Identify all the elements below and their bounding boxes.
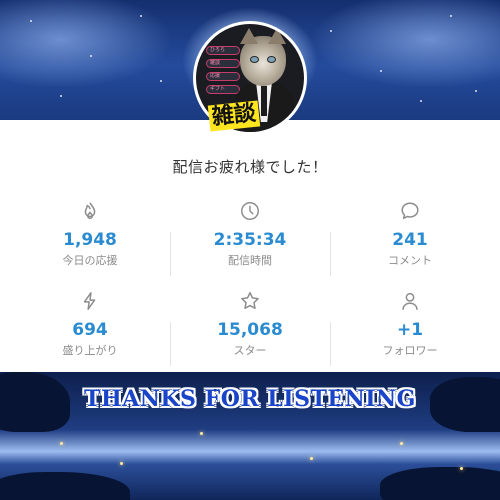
stat-excitement: 694 盛り上がり [10,290,170,358]
stat-followers: +1 フォロワー [330,290,490,358]
thanks-banner: THANKS FOR LISTENING [84,386,416,412]
stat-value: 241 [392,230,428,250]
stat-label: フォロワー [382,344,438,357]
stat-value: +1 [396,320,424,340]
flame-icon [84,202,96,220]
avatar-menu: ひろら 雑談 応援 ギフト [206,46,240,98]
clock-icon [241,202,259,220]
comment-icon [401,202,419,220]
avatar-menu-item: 雑談 [206,59,240,68]
stat-label: 盛り上がり [62,344,118,357]
stat-comments: 241 コメント [330,200,490,268]
avatar-menu-item: ギフト [206,85,240,94]
zatsudan-badge: 雑談 [207,100,261,132]
cat-face [240,28,286,86]
lightning-icon [83,292,96,310]
stat-label: スター [233,344,267,357]
stat-value: 694 [72,320,108,340]
stat-label: コメント [388,254,432,267]
stat-support: 1,948 今日の応援 [10,200,170,268]
stat-value: 1,948 [63,230,117,250]
avatar-menu-item: ひろら [206,46,240,55]
stat-label: 配信時間 [228,254,272,267]
stream-summary-card: 配信お疲れ様でした！ 1,948 今日の応援 2:35:34 配信時間 241 … [0,120,500,372]
stat-stars: 15,068 スター [170,290,330,358]
page-title: 配信お疲れ様でした！ [172,158,328,176]
stat-value: 2:35:34 [213,230,287,250]
stat-label: 今日の応援 [62,254,118,267]
stat-stream-time: 2:35:34 配信時間 [170,200,330,268]
avatar-menu-item: 応援 [206,72,240,81]
star-icon [241,292,259,309]
stat-value: 15,068 [217,320,283,340]
person-icon [402,292,418,310]
